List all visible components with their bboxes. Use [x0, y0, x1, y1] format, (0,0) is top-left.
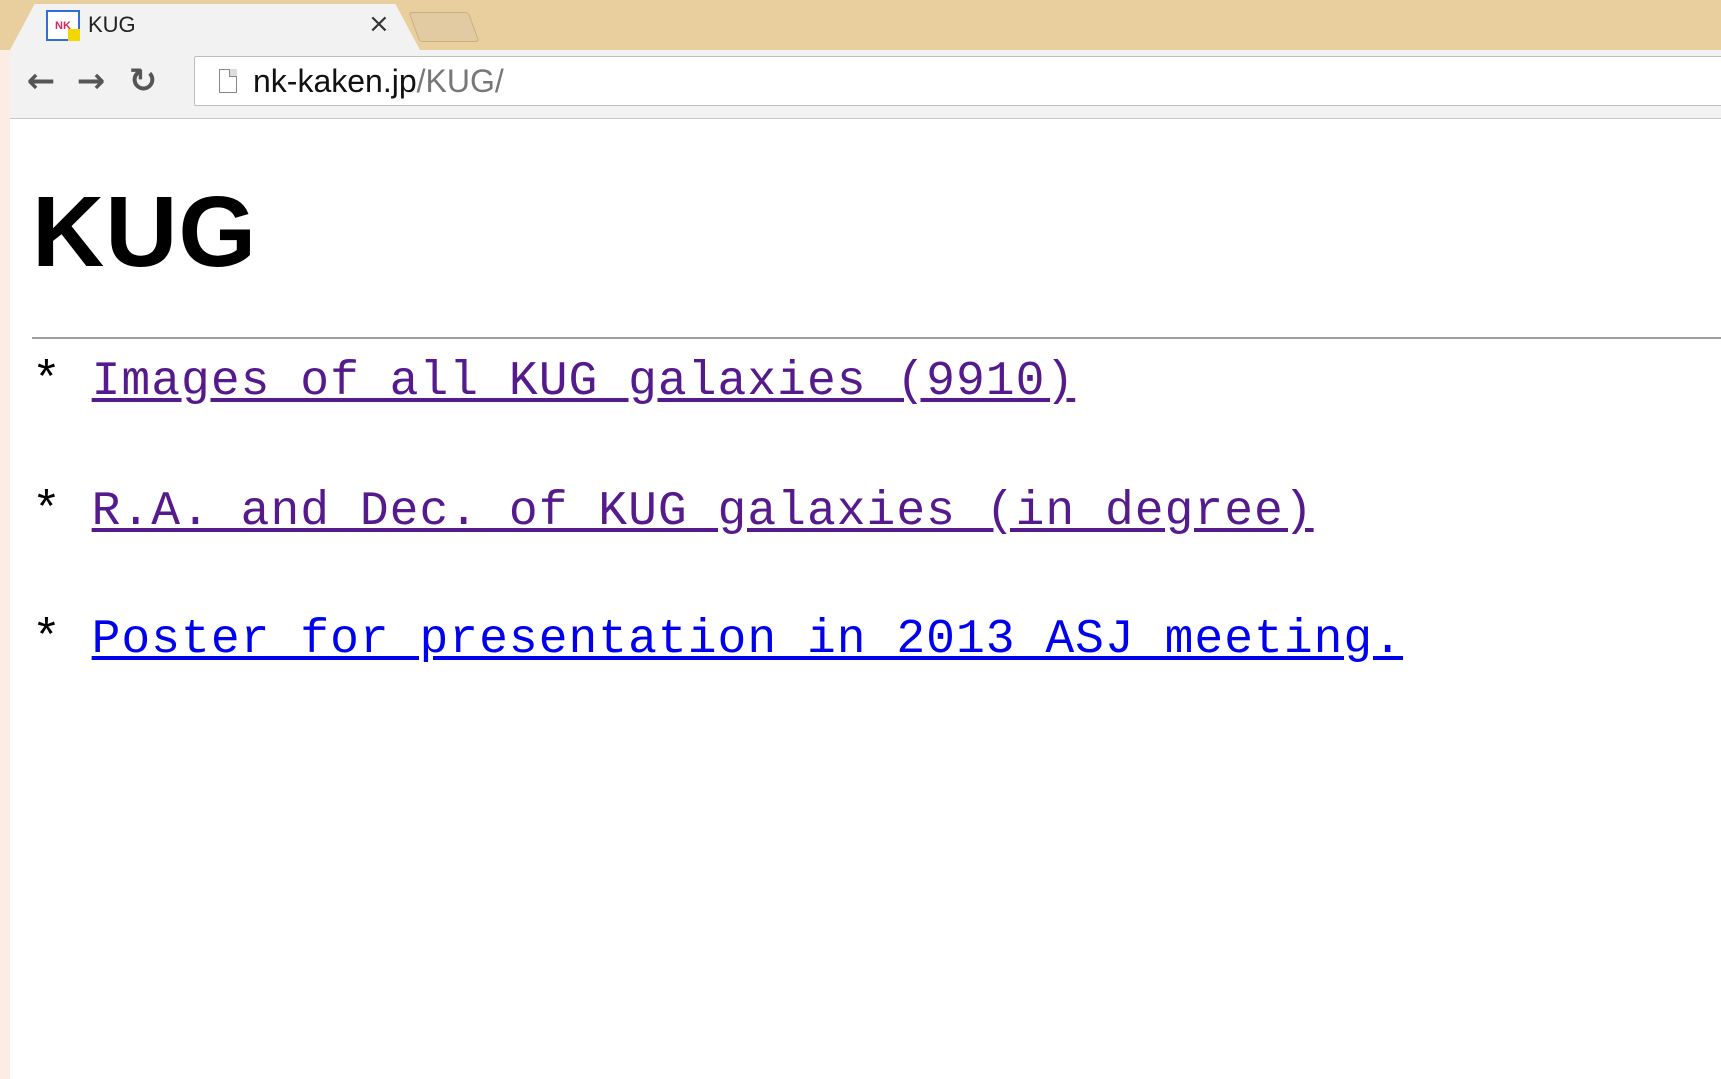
new-tab-button[interactable] [408, 12, 480, 42]
back-arrow-icon[interactable]: ← [18, 58, 64, 104]
tab-strip: NK KUG × [0, 0, 1721, 50]
list-item: * Images of all KUG galaxies (9910) [32, 355, 1075, 409]
page-title: KUG [32, 176, 258, 288]
page-viewport: KUG * Images of all KUG galaxies (9910) … [10, 119, 1721, 1079]
forward-arrow-icon[interactable]: → [68, 58, 114, 104]
list-item: * R.A. and Dec. of KUG galaxies (in degr… [32, 485, 1314, 539]
link-kug-coordinates[interactable]: R.A. and Dec. of KUG galaxies (in degree… [92, 485, 1314, 539]
horizontal-rule [32, 337, 1721, 339]
url-text: nk-kaken.jp/KUG/ [253, 63, 504, 100]
link-kug-images[interactable]: Images of all KUG galaxies (9910) [92, 355, 1076, 409]
reload-icon[interactable]: ↻ [120, 58, 166, 104]
page-icon [219, 69, 237, 93]
list-item: * Poster for presentation in 2013 ASJ me… [32, 613, 1403, 667]
close-icon[interactable]: × [368, 9, 390, 39]
bullet-asterisk: * [32, 355, 62, 409]
favicon-text: NK [55, 19, 71, 32]
bullet-asterisk: * [32, 485, 62, 539]
url-host: nk-kaken.jp [253, 63, 417, 99]
url-path: /KUG/ [416, 63, 504, 99]
address-bar[interactable]: nk-kaken.jp/KUG/ [194, 56, 1721, 106]
tab-title: KUG [88, 12, 136, 37]
link-asj-poster[interactable]: Poster for presentation in 2013 ASJ meet… [92, 613, 1403, 667]
nk-favicon-icon: NK [46, 10, 80, 41]
browser-toolbar: ← → ↻ nk-kaken.jp/KUG/ [10, 50, 1721, 119]
bullet-asterisk: * [32, 613, 62, 667]
